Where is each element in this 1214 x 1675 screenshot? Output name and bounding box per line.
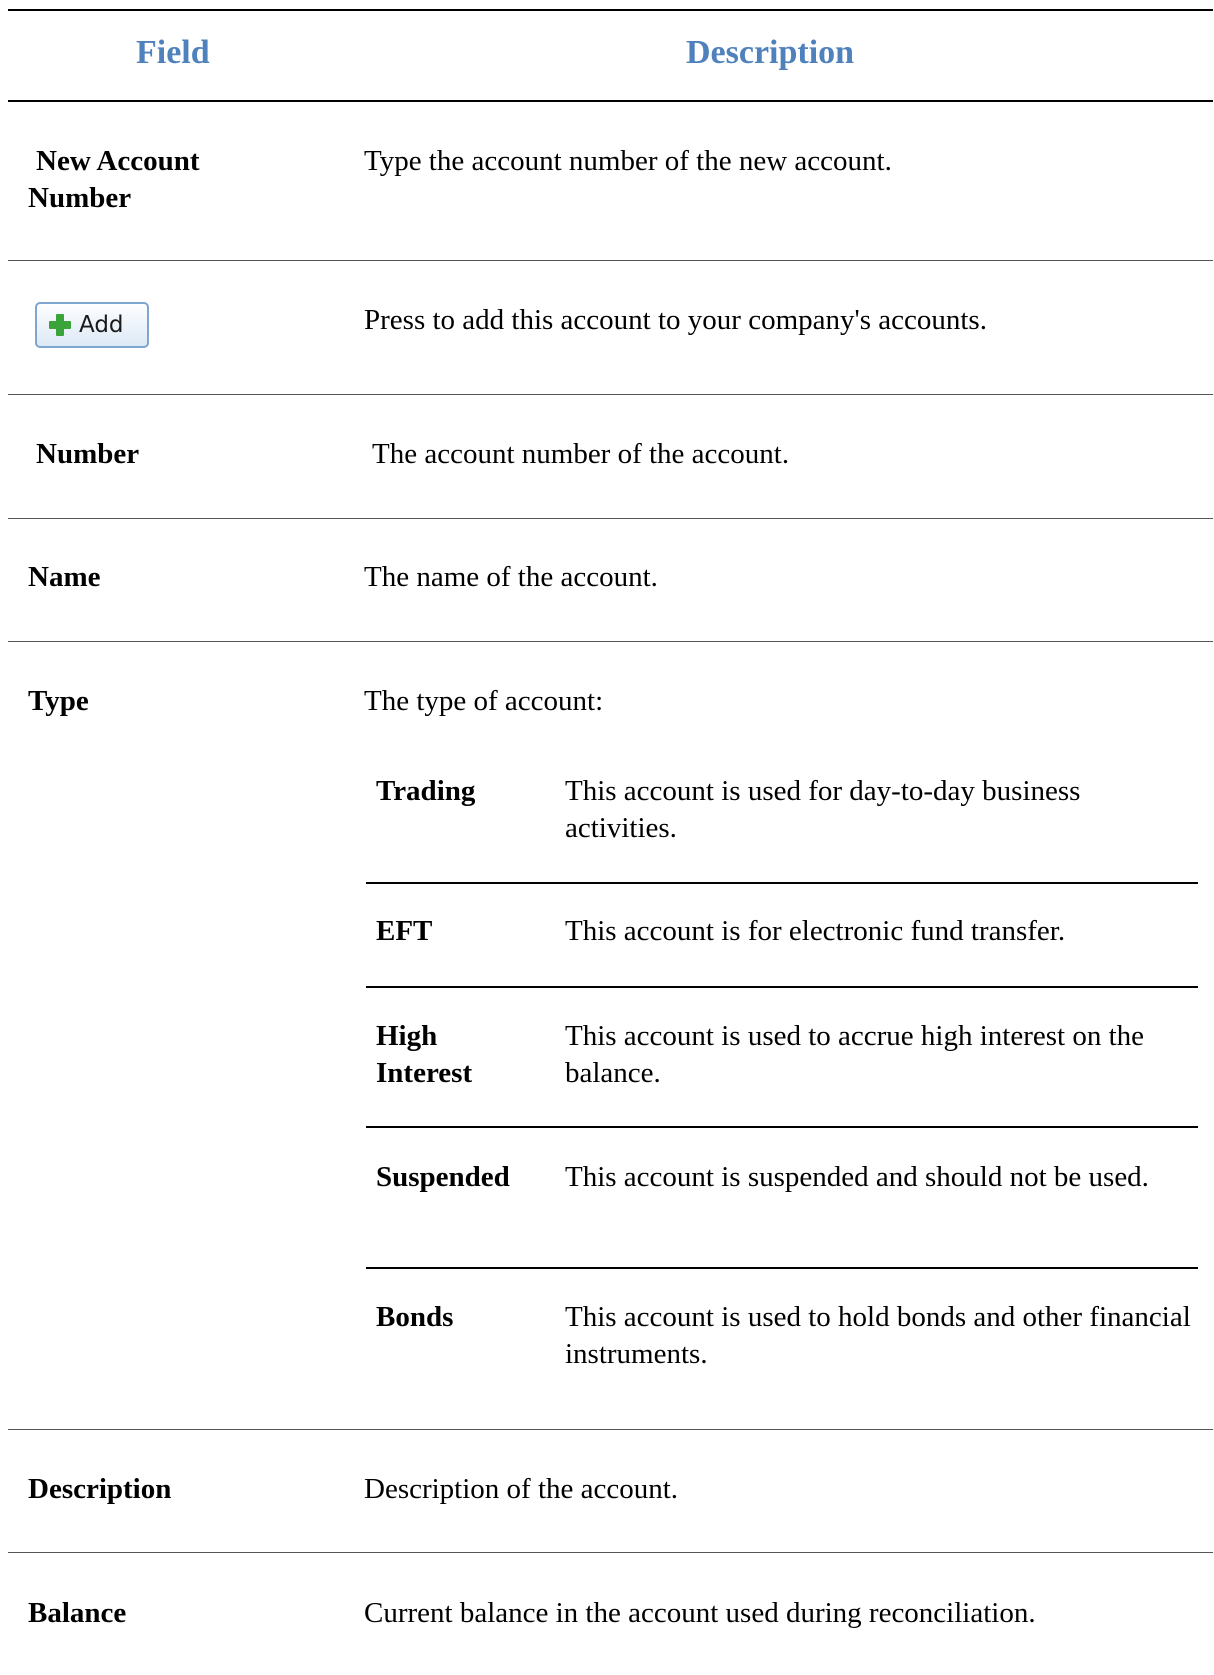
type-option-bonds-description: This account is used to hold bonds and o… — [565, 1301, 1191, 1370]
field-label-name: Name — [28, 561, 101, 593]
column-header-field: Field — [136, 34, 210, 71]
field-description-name: The name of the account. — [364, 561, 658, 593]
header-bottom-border — [8, 100, 1213, 102]
row-divider — [8, 1429, 1213, 1430]
field-description-balance: Current balance in the account used duri… — [364, 1597, 1036, 1629]
table-top-border — [8, 9, 1213, 11]
type-option-high-interest-description: This account is used to accrue high inte… — [565, 1020, 1145, 1089]
sub-table-divider — [366, 1126, 1198, 1128]
sub-table-divider — [366, 882, 1198, 884]
field-description-add: Press to add this account to your compan… — [364, 304, 987, 336]
field-label-type: Type — [28, 685, 89, 717]
field-label-number: Number — [36, 438, 140, 470]
row-divider — [8, 394, 1213, 395]
field-description-type: The type of account: — [364, 685, 604, 717]
plus-icon — [49, 314, 71, 336]
type-option-eft-description: This account is for electronic fund tran… — [565, 915, 1066, 947]
add-button-label: Add — [79, 312, 124, 338]
type-option-high-interest: High Interest — [376, 1020, 473, 1089]
row-divider — [8, 641, 1213, 642]
type-option-trading: Trading — [376, 775, 476, 807]
field-label-description: Description — [28, 1473, 172, 1505]
field-description-number: The account number of the account. — [372, 438, 790, 470]
type-option-suspended-description: This account is suspended and should not… — [565, 1161, 1149, 1193]
type-option-bonds: Bonds — [376, 1301, 454, 1333]
sub-table-divider — [366, 986, 1198, 988]
type-option-suspended: Suspended — [376, 1161, 510, 1193]
sub-table-divider — [366, 1267, 1198, 1269]
type-option-eft: EFT — [376, 915, 433, 947]
row-divider — [8, 260, 1213, 261]
field-label-new-account-number: New Account Number — [28, 145, 200, 214]
type-option-trading-description: This account is used for day-to-day busi… — [565, 775, 1081, 844]
field-description-description: Description of the account. — [364, 1473, 679, 1505]
row-divider — [8, 518, 1213, 519]
column-header-description: Description — [686, 34, 855, 71]
add-button[interactable]: Add — [35, 302, 149, 348]
field-description-new-account-number: Type the account number of the new accou… — [364, 145, 892, 177]
row-divider — [8, 1552, 1213, 1553]
field-label-balance: Balance — [28, 1597, 127, 1629]
